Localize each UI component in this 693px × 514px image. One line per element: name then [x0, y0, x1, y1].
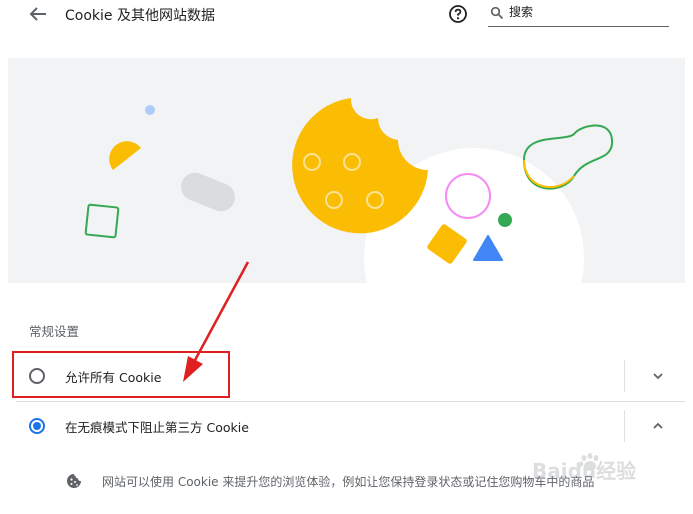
cookie-illustration: [8, 58, 685, 283]
chevron-down-icon: [653, 373, 663, 380]
cookie-icon: [67, 474, 81, 488]
page-header: Cookie 及其他网站数据: [8, 0, 685, 30]
option-label: 在无痕模式下阻止第三方 Cookie: [65, 420, 249, 435]
pill-shape: [181, 172, 235, 212]
description-text: 网站可以使用 Cookie 来提升您的浏览体验，例如让您保持登录状态或记住您购物…: [102, 475, 595, 489]
dot-shape: [145, 105, 155, 115]
expand-button[interactable]: [648, 366, 668, 386]
annotation-highlight-box: [12, 351, 230, 398]
block-third-party-incognito-option[interactable]: 在无痕模式下阻止第三方 Cookie: [16, 401, 685, 450]
search-input[interactable]: [509, 2, 664, 22]
square-shape: [84, 203, 120, 239]
watermark-text: Baidu经验: [532, 459, 636, 483]
half-circle-shape: [109, 141, 141, 170]
back-button[interactable]: [26, 4, 50, 24]
page-title: Cookie 及其他网站数据: [65, 8, 215, 24]
settings-page: Cookie 及其他网站数据 搜索 常规设置 允许所有 Cookie 在无痕模式…: [8, 0, 685, 514]
search-icon: [490, 6, 504, 20]
help-circle-icon: [449, 5, 467, 23]
divider: [624, 410, 625, 442]
chevron-up-icon: [653, 422, 663, 429]
baidu-watermark-logo: Baidu经验: [532, 453, 636, 483]
radio-button-selected[interactable]: [29, 418, 45, 434]
hero-graphic: [84, 98, 614, 283]
help-button[interactable]: [448, 4, 468, 24]
arrow-left-icon: [29, 7, 46, 21]
divider: [624, 360, 625, 392]
section-title: 常规设置: [29, 324, 80, 339]
collapse-button[interactable]: [648, 416, 668, 436]
green-dot: [498, 213, 512, 227]
search-box[interactable]: [488, 2, 669, 27]
